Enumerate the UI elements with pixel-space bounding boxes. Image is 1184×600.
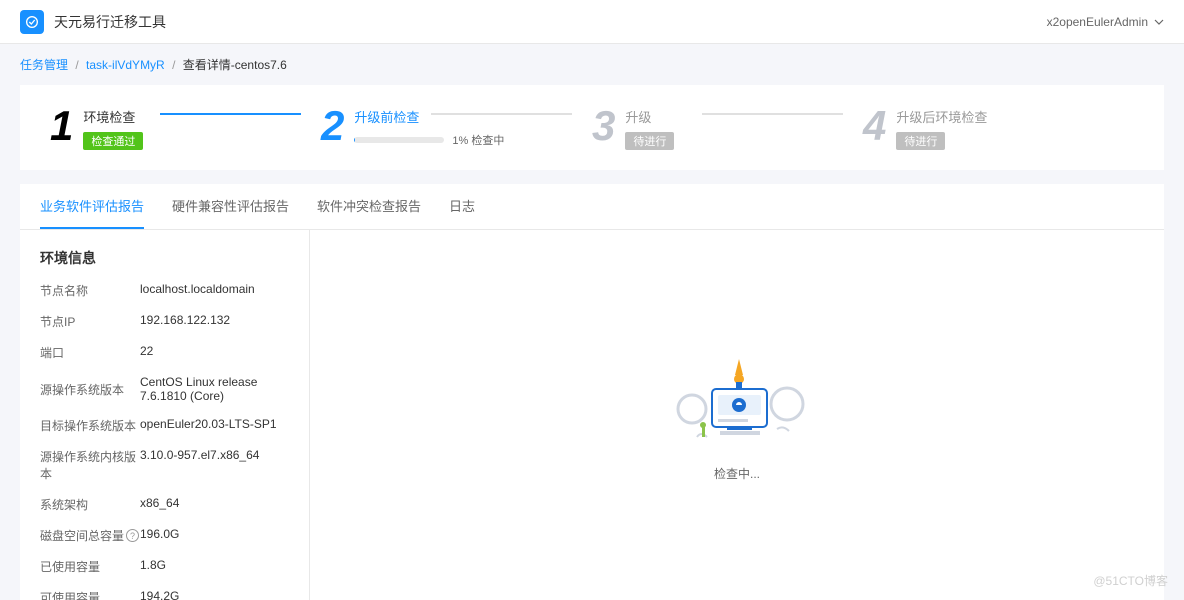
checking-text: 检查中... [714,465,760,482]
info-value: CentOS Linux release 7.6.1810 (Core) [140,375,289,403]
info-value: 194.2G [140,589,289,600]
tab-hardware-report[interactable]: 硬件兼容性评估报告 [172,184,289,229]
step-num: 4 [863,105,886,147]
status-badge: 检查通过 [83,132,143,150]
info-label: 已使用容量 [40,558,140,575]
tab-conflict-report[interactable]: 软件冲突检查报告 [317,184,421,229]
info-label: 系统架构 [40,496,140,513]
step-num: 2 [321,105,344,147]
topbar: 天元易行迁移工具 x2openEulerAdmin [0,0,1184,44]
help-icon[interactable]: ? [126,529,139,542]
info-label: 源操作系统内核版本 [40,448,140,482]
user-name: x2openEulerAdmin [1047,15,1148,29]
step-title: 升级后环境检查 [896,107,1134,126]
content-panel: 业务软件评估报告 硬件兼容性评估报告 软件冲突检查报告 日志 环境信息 节点名称… [20,184,1164,600]
tab-logs[interactable]: 日志 [449,184,475,229]
info-label: 源操作系统版本 [40,375,140,403]
info-label: 目标操作系统版本 [40,417,140,434]
info-value: localhost.localdomain [140,282,289,299]
info-column: 环境信息 节点名称localhost.localdomain节点IP192.16… [20,230,310,600]
info-row: 源操作系统版本CentOS Linux release 7.6.1810 (Co… [40,375,289,403]
step-num: 3 [592,105,615,147]
step-num: 1 [50,105,73,147]
info-value: 22 [140,344,289,361]
info-value: openEuler20.03-LTS-SP1 [140,417,289,434]
steps-panel: 1 环境检查 检查通过 2 升级前检查 1% 检查中 3 升级 待进行 [20,85,1164,170]
env-info-title: 环境信息 [40,248,289,268]
step-4: 4 升级后环境检查 待进行 [863,105,1134,150]
breadcrumb-task[interactable]: task-ilVdYMyR [86,58,165,72]
info-row: 目标操作系统版本openEuler20.03-LTS-SP1 [40,417,289,434]
checking-illustration [662,349,812,449]
step-1: 1 环境检查 检查通过 [50,105,321,150]
info-label: 磁盘空间总容量 ? [40,527,140,544]
info-row: 系统架构x86_64 [40,496,289,513]
user-menu[interactable]: x2openEulerAdmin [1047,15,1164,29]
tab-software-report[interactable]: 业务软件评估报告 [40,184,144,229]
info-value: 1.8G [140,558,289,575]
breadcrumb-current: 查看详情-centos7.6 [183,58,287,72]
status-badge: 待进行 [896,132,945,150]
info-value: 192.168.122.132 [140,313,289,330]
status-badge: 待进行 [625,132,674,150]
info-value: 196.0G [140,527,289,544]
topbar-left: 天元易行迁移工具 [20,10,166,34]
info-value: 3.10.0-957.el7.x86_64 [140,448,289,482]
step-title: 升级 [625,107,863,126]
progress-bar [354,137,444,143]
tabs: 业务软件评估报告 硬件兼容性评估报告 软件冲突检查报告 日志 [20,184,1164,230]
info-value: x86_64 [140,496,289,513]
info-row: 可使用容量194.2G [40,589,289,600]
info-label: 端口 [40,344,140,361]
step-title: 环境检查 [83,107,321,126]
content-body: 环境信息 节点名称localhost.localdomain节点IP192.16… [20,230,1164,600]
info-row: 磁盘空间总容量 ?196.0G [40,527,289,544]
watermark: @51CTO博客 [1093,572,1168,589]
info-row: 节点名称localhost.localdomain [40,282,289,299]
step-3: 3 升级 待进行 [592,105,863,150]
progress: 1% 检查中 [354,132,592,148]
chevron-down-icon [1154,17,1164,27]
step-title: 升级前检查 [354,107,592,126]
info-row: 源操作系统内核版本3.10.0-957.el7.x86_64 [40,448,289,482]
app-title: 天元易行迁移工具 [54,12,166,32]
steps: 1 环境检查 检查通过 2 升级前检查 1% 检查中 3 升级 待进行 [50,105,1134,150]
info-label: 节点名称 [40,282,140,299]
main-column: 检查中... [310,230,1164,600]
breadcrumb-root[interactable]: 任务管理 [20,58,68,72]
step-2: 2 升级前检查 1% 检查中 [321,105,592,148]
app-logo [20,10,44,34]
info-row: 端口22 [40,344,289,361]
info-label: 可使用容量 [40,589,140,600]
info-label: 节点IP [40,313,140,330]
breadcrumb: 任务管理 / task-ilVdYMyR / 查看详情-centos7.6 [0,44,1184,85]
info-row: 节点IP192.168.122.132 [40,313,289,330]
info-row: 已使用容量1.8G [40,558,289,575]
